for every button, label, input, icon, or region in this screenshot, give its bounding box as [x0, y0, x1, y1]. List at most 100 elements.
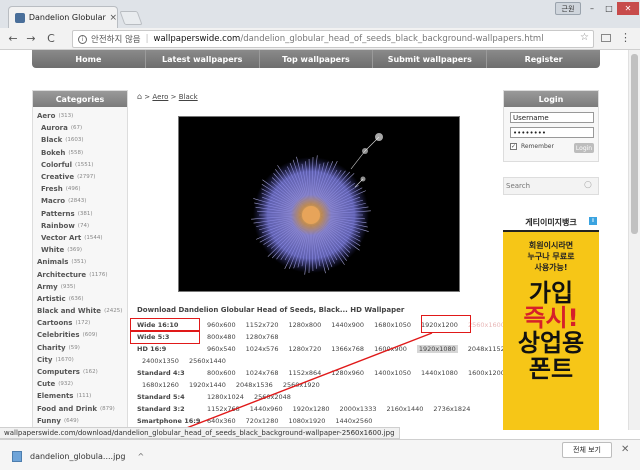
category-item[interactable]: Macro (2843): [37, 195, 124, 207]
resolution-link[interactable]: 1680x1260: [142, 381, 179, 389]
resolution-link[interactable]: 1440x960: [250, 405, 283, 413]
back-icon[interactable]: ←: [6, 32, 20, 45]
resolution-link[interactable]: 1440x1080: [421, 369, 458, 377]
resolution-link[interactable]: 1366x768: [331, 345, 364, 353]
category-item[interactable]: Elements (111): [37, 390, 124, 402]
extension-icon[interactable]: [601, 34, 611, 42]
nav-top-wallpapers[interactable]: Top wallpapers: [260, 50, 374, 68]
resolution-link[interactable]: 1280x1024: [207, 393, 244, 401]
category-item[interactable]: White (369): [37, 244, 124, 256]
search-input[interactable]: [506, 180, 580, 192]
nav-home[interactable]: Home: [32, 50, 146, 68]
user-profile-badge[interactable]: 근원: [555, 2, 581, 15]
resolution-link[interactable]: 1152x720: [246, 321, 279, 329]
remember-checkbox-row[interactable]: ✓ Remember: [510, 143, 554, 150]
resolution-link[interactable]: 1680x1050: [374, 321, 411, 329]
browser-menu-icon[interactable]: ⋮: [620, 31, 631, 44]
category-item[interactable]: Rainbow (74): [37, 220, 124, 232]
chevron-up-icon[interactable]: ^: [137, 452, 144, 461]
category-item[interactable]: Funny (649): [37, 415, 124, 427]
resolution-link[interactable]: 1024x768: [246, 369, 279, 377]
category-item[interactable]: Creative (2797): [37, 171, 124, 183]
advertisement-banner[interactable]: 게티이미지뱅크 i 회원이시라면 누구나 무료로 사용가능! 가입 즉시! 상업…: [503, 215, 599, 430]
browser-tab[interactable]: Dandelion Globular Head ×: [8, 6, 118, 28]
nav-latest-wallpapers[interactable]: Latest wallpapers: [146, 50, 260, 68]
category-item[interactable]: Animals (351): [37, 256, 124, 268]
resolution-link[interactable]: 640x360: [207, 417, 236, 425]
category-item[interactable]: Patterns (381): [37, 208, 124, 220]
resolution-link[interactable]: 1280x768: [246, 333, 279, 341]
ad-info-icon[interactable]: i: [589, 217, 597, 225]
category-item[interactable]: Charity (59): [37, 342, 124, 354]
resolution-link[interactable]: 2560x1440: [189, 357, 226, 365]
nav-register[interactable]: Register: [487, 50, 600, 68]
nav-submit-wallpapers[interactable]: Submit wallpapers: [373, 50, 488, 68]
category-item[interactable]: Artistic (636): [37, 293, 124, 305]
resolution-link[interactable]: 1440x2560: [335, 417, 372, 425]
resolution-link[interactable]: 2560x1920: [283, 381, 320, 389]
resolution-link[interactable]: 2048x1536: [236, 381, 273, 389]
category-item[interactable]: Vector Art (1544): [37, 232, 124, 244]
category-item[interactable]: Black (1603): [37, 134, 124, 146]
resolution-link[interactable]: 1280x800: [288, 321, 321, 329]
password-field[interactable]: ••••••••: [510, 127, 594, 138]
wallpaper-preview-image[interactable]: [178, 116, 460, 292]
resolution-link[interactable]: 1280x960: [331, 369, 364, 377]
resolution-link[interactable]: 1400x1050: [374, 369, 411, 377]
resolution-link[interactable]: 2560x1600: [468, 321, 505, 329]
forward-icon[interactable]: →: [24, 32, 38, 45]
resolution-link[interactable]: 1152x864: [288, 369, 321, 377]
close-window-button[interactable]: ✕: [617, 2, 639, 15]
resolution-link[interactable]: 720x1280: [246, 417, 279, 425]
resolution-link[interactable]: 1080x1920: [288, 417, 325, 425]
resolution-link[interactable]: 960x540: [207, 345, 236, 353]
resolution-link[interactable]: 2400x1350: [142, 357, 179, 365]
minimize-button[interactable]: –: [584, 2, 600, 15]
category-item[interactable]: Black and White (2425): [37, 305, 124, 317]
page-scrollbar[interactable]: [628, 50, 640, 430]
category-item[interactable]: Bokeh (558): [37, 147, 124, 159]
search-icon[interactable]: ○: [584, 180, 592, 190]
resolution-link[interactable]: 2000x1333: [340, 405, 377, 413]
resolution-link[interactable]: 1920x1440: [189, 381, 226, 389]
new-tab-button[interactable]: [119, 11, 143, 25]
login-button[interactable]: Login: [574, 143, 594, 153]
breadcrumb-black[interactable]: Black: [179, 93, 198, 101]
resolution-link[interactable]: 1440x900: [331, 321, 364, 329]
category-item[interactable]: Army (935): [37, 281, 124, 293]
resolution-link[interactable]: 1152x768: [207, 405, 240, 413]
resolution-link[interactable]: 1920x1280: [293, 405, 330, 413]
category-item[interactable]: Colorful (1551): [37, 159, 124, 171]
category-item[interactable]: Fresh (496): [37, 183, 124, 195]
close-shelf-icon[interactable]: ✕: [621, 444, 629, 455]
category-item[interactable]: Cute (932): [37, 378, 124, 390]
resolution-link[interactable]: 2048x1152: [468, 345, 505, 353]
info-icon[interactable]: i: [78, 34, 87, 44]
resolution-link[interactable]: 1600x1200: [468, 369, 505, 377]
category-item[interactable]: Cartoons (172): [37, 317, 124, 329]
category-item[interactable]: Architecture (1176): [37, 268, 124, 280]
category-item[interactable]: Aero (313): [37, 110, 124, 122]
downloaded-file-item[interactable]: dandelion_globula....jpg ^: [12, 446, 144, 466]
resolution-link[interactable]: 1920x1080: [416, 345, 458, 353]
resolution-link[interactable]: 2160x1440: [386, 405, 423, 413]
resolution-link[interactable]: 1600x900: [374, 345, 407, 353]
resolution-link[interactable]: 2560x2048: [254, 393, 291, 401]
category-item[interactable]: Celebrities (609): [37, 329, 124, 341]
show-all-downloads-button[interactable]: 전체 보기: [562, 442, 612, 458]
resolution-link[interactable]: 800x480: [207, 333, 236, 341]
resolution-link[interactable]: 1280x720: [288, 345, 321, 353]
breadcrumb-aero[interactable]: Aero: [152, 93, 168, 101]
tab-close-icon[interactable]: ×: [109, 13, 117, 23]
category-item[interactable]: Food and Drink (879): [37, 403, 124, 415]
category-item[interactable]: City (1670): [37, 354, 124, 366]
username-field[interactable]: Username: [510, 112, 594, 123]
remember-checkbox[interactable]: ✓: [510, 143, 517, 150]
address-bar[interactable]: i 안전하지 않음 | wallpaperswide.com/dandelion…: [72, 30, 594, 48]
resolution-link[interactable]: 960x600: [207, 321, 236, 329]
resolution-link[interactable]: 1024x576: [246, 345, 279, 353]
scrollbar-thumb[interactable]: [631, 54, 638, 234]
bookmark-star-icon[interactable]: ☆: [580, 32, 589, 43]
resolution-link[interactable]: 2736x1824: [433, 405, 470, 413]
category-item[interactable]: Aurora (67): [37, 122, 124, 134]
